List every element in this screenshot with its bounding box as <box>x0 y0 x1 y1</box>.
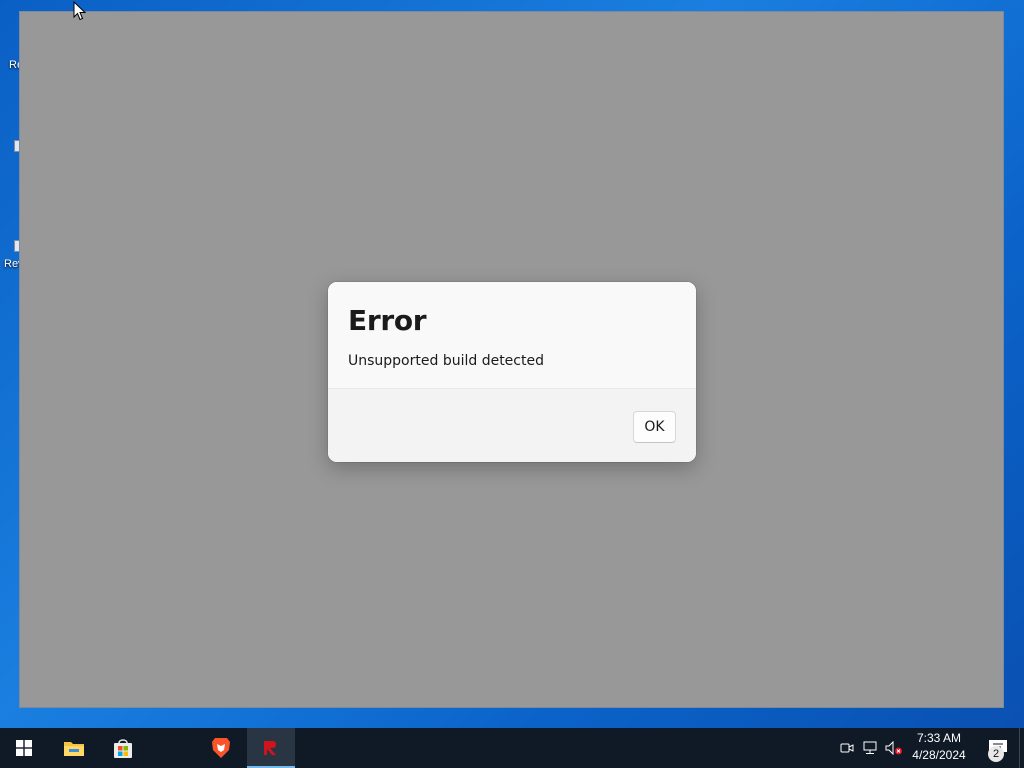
camera-icon <box>840 743 854 753</box>
dialog-content-area: Error Unsupported build detected <box>328 282 696 388</box>
dialog-message: Unsupported build detected <box>348 353 544 369</box>
taskbar-active-app[interactable] <box>247 728 295 768</box>
volume-muted-icon <box>885 741 902 755</box>
tray-network[interactable] <box>861 728 881 768</box>
taskbar-brave-browser[interactable] <box>197 728 245 768</box>
clock-time: 7:33 AM <box>916 731 962 745</box>
taskbar: 7:33 AM 4/28/2024 2 <box>0 728 1024 768</box>
ok-button[interactable]: OK <box>633 411 676 443</box>
mouse-cursor-icon <box>73 1 87 21</box>
clock-date: 4/28/2024 <box>912 748 966 762</box>
brave-lion-icon <box>212 738 230 758</box>
windows-logo-icon <box>16 740 32 756</box>
store-bag-icon <box>114 739 132 758</box>
tray-meet-now[interactable] <box>838 728 856 768</box>
folder-icon <box>64 742 84 756</box>
tray-volume[interactable] <box>884 728 904 768</box>
dialog-button-area: OK <box>328 388 696 462</box>
network-icon <box>863 741 877 754</box>
notification-count-badge: 2 <box>988 746 1004 762</box>
start-button[interactable] <box>0 728 48 768</box>
taskbar-file-explorer[interactable] <box>50 728 98 768</box>
taskbar-microsoft-store[interactable] <box>99 728 147 768</box>
tray-clock[interactable]: 7:33 AM 4/28/2024 <box>906 730 972 766</box>
error-dialog: Error Unsupported build detected OK <box>328 282 696 462</box>
show-desktop-button[interactable] <box>1019 728 1024 768</box>
red-app-icon <box>264 741 276 755</box>
dialog-title: Error <box>348 304 427 337</box>
